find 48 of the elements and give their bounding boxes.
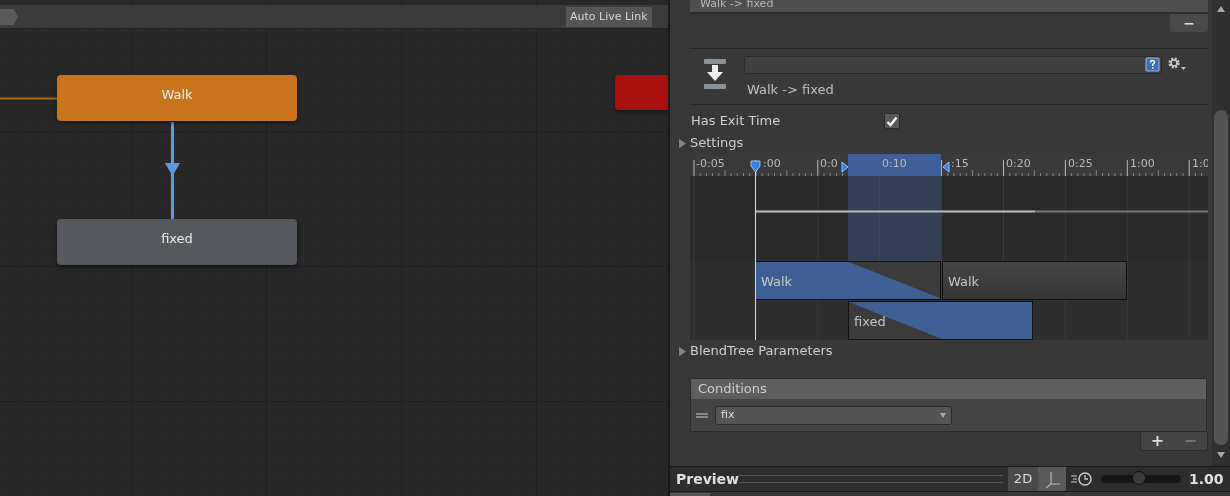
- triangle-icon: [679, 138, 687, 148]
- playhead-marker[interactable]: [750, 160, 761, 173]
- entry-connector: [0, 97, 58, 100]
- auto-live-link-button[interactable]: Auto Live Link: [566, 7, 652, 27]
- mode-2d-button[interactable]: 2D: [1008, 467, 1038, 491]
- scroll-up-icon[interactable]: [1217, 6, 1225, 12]
- list-header: Conditions: [691, 379, 1206, 399]
- clip-label: Walk: [761, 273, 793, 291]
- speed-icon[interactable]: [1070, 471, 1094, 487]
- scrollbar[interactable]: [1212, 0, 1230, 466]
- tick-label: :15: [951, 157, 969, 170]
- tick-label: 0:25: [1068, 157, 1093, 170]
- add-button[interactable]: +: [1150, 433, 1165, 449]
- clip-label: Walk: [948, 273, 980, 291]
- clip-bar[interactable]: Walk: [942, 261, 1127, 300]
- tick-label: 0:10: [882, 157, 907, 170]
- tick-label: 0:20: [1006, 157, 1031, 170]
- tick-label: 1:00: [1130, 157, 1155, 170]
- remove-button[interactable]: −: [1170, 14, 1208, 32]
- tick-label: 0:0: [820, 157, 838, 170]
- drag-handle-icon[interactable]: [696, 412, 708, 418]
- field-label: Has Exit Time: [690, 112, 782, 131]
- preview-title: Preview: [675, 469, 739, 489]
- tick-label: :00: [763, 157, 781, 170]
- name-field[interactable]: [744, 56, 1162, 74]
- clip-label: fixed: [854, 313, 886, 331]
- clip-bar[interactable]: fixed: [848, 301, 1033, 340]
- caret-icon: [940, 412, 946, 418]
- scroll-down-icon[interactable]: [1217, 452, 1225, 458]
- transition-range[interactable]: [848, 154, 941, 261]
- has-exit-time-checkbox[interactable]: [884, 113, 900, 129]
- clip-bar[interactable]: Walk: [755, 261, 941, 300]
- help-icon[interactable]: [1145, 57, 1160, 72]
- settings-icon[interactable]: [1167, 56, 1186, 72]
- foldout-toggle[interactable]: BlendTree Parameters: [679, 341, 833, 361]
- triangle-icon: [679, 346, 687, 356]
- tick-label: -0:05: [696, 157, 725, 170]
- transition-icon: [702, 58, 728, 90]
- foldout-toggle[interactable]: Settings: [679, 133, 744, 153]
- breadcrumb-tab[interactable]: [0, 9, 18, 25]
- transition-end-marker[interactable]: [942, 161, 950, 173]
- speed-reading: 1.00: [1189, 469, 1224, 489]
- parameter-dropdown[interactable]: fix: [715, 405, 952, 425]
- transition-arrow[interactable]: [165, 122, 180, 219]
- transition-subtitle: Walk -> fixed: [747, 81, 834, 99]
- scroll-thumb[interactable]: [1214, 110, 1228, 445]
- state-node[interactable]: fixed: [57, 219, 297, 265]
- slider-thumb[interactable]: [1131, 471, 1146, 485]
